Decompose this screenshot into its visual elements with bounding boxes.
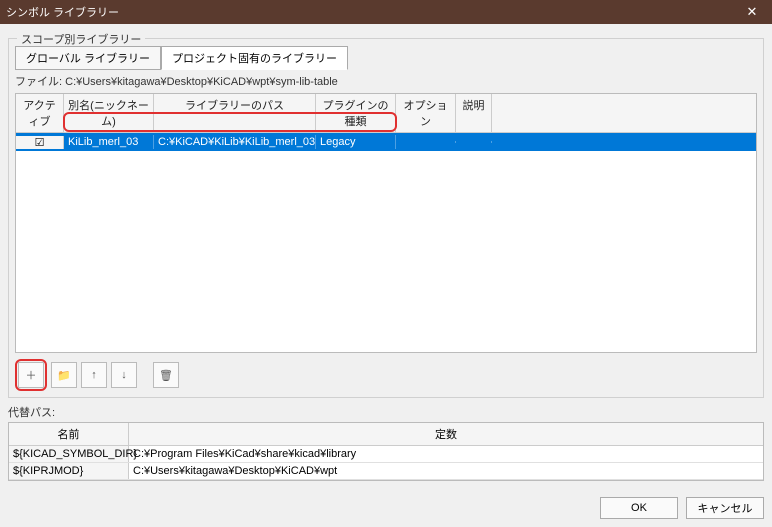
alt-cell-value: C:¥Program Files¥KiCad¥share¥kicad¥libra… (129, 446, 763, 462)
alt-path-label: 代替パス: (8, 404, 764, 420)
alt-th-name[interactable]: 名前 (9, 423, 129, 445)
arrow-down-icon: ↓ (121, 369, 127, 381)
cell-plugin[interactable]: Legacy (316, 135, 396, 149)
tabs: グローバル ライブラリー プロジェクト固有のライブラリー (15, 45, 757, 69)
alt-cell-name: ${KICAD_SYMBOL_DIR} (9, 446, 129, 462)
alt-path-table: 名前 定数 ${KICAD_SYMBOL_DIR} C:¥Program Fil… (8, 422, 764, 481)
cell-option[interactable] (396, 141, 456, 143)
scope-group-label: スコープ別ライブラリー (17, 31, 145, 47)
th-nickname[interactable]: 別名(ニックネーム) (64, 94, 154, 132)
cell-description[interactable] (456, 141, 492, 143)
move-down-button[interactable]: ↓ (111, 362, 137, 388)
table-row[interactable]: ☑ KiLib_merl_03 C:¥KiCAD¥KiLib¥KiLib_mer… (16, 133, 756, 151)
th-plugin[interactable]: プラグインの種類 (316, 94, 396, 132)
tab-global[interactable]: グローバル ライブラリー (15, 46, 161, 70)
close-icon[interactable]: ✕ (738, 4, 766, 20)
th-option[interactable]: オプション (396, 94, 456, 132)
alt-cell-value: C:¥Users¥kitagawa¥Desktop¥KiCAD¥wpt (129, 463, 763, 479)
cancel-button[interactable]: キャンセル (686, 497, 764, 519)
arrow-up-icon: ↑ (91, 369, 97, 381)
active-checkbox[interactable]: ☑ (16, 136, 64, 149)
footer: OK キャンセル (0, 489, 772, 527)
cell-path[interactable]: C:¥KiCAD¥KiLib¥KiLib_merl_03.lib (154, 135, 316, 149)
file-label: ファイル: (15, 76, 62, 88)
th-description[interactable]: 説明 (456, 94, 492, 132)
folder-icon: 📁 (57, 369, 71, 382)
alt-cell-name: ${KIPRJMOD} (9, 463, 129, 479)
table-header: アクティブ 別名(ニックネーム) ライブラリーのパス プラグインの種類 オプショ… (16, 94, 756, 133)
window-title: シンボル ライブラリー (6, 4, 119, 20)
cell-nickname[interactable]: KiLib_merl_03 (64, 135, 154, 149)
tab-project[interactable]: プロジェクト固有のライブラリー (161, 46, 348, 70)
add-button[interactable]: ＋ (18, 362, 44, 388)
scope-group: スコープ別ライブラリー グローバル ライブラリー プロジェクト固有のライブラリー… (8, 38, 764, 398)
delete-button[interactable]: 🗑 (153, 362, 179, 388)
th-path[interactable]: ライブラリーのパス (154, 94, 316, 132)
ok-button[interactable]: OK (600, 497, 678, 519)
alt-row: ${KIPRJMOD} C:¥Users¥kitagawa¥Desktop¥Ki… (9, 463, 763, 480)
library-table[interactable]: アクティブ 別名(ニックネーム) ライブラリーのパス プラグインの種類 オプショ… (15, 93, 757, 353)
alt-header: 名前 定数 (9, 423, 763, 446)
alt-th-value[interactable]: 定数 (129, 423, 763, 445)
file-path: C:¥Users¥kitagawa¥Desktop¥KiCAD¥wpt¥sym-… (65, 76, 338, 88)
add-button-annotation: ＋ (15, 359, 47, 391)
titlebar: シンボル ライブラリー ✕ (0, 0, 772, 24)
browse-button[interactable]: 📁 (51, 362, 77, 388)
file-line: ファイル: C:¥Users¥kitagawa¥Desktop¥KiCAD¥wp… (15, 73, 757, 89)
th-active[interactable]: アクティブ (16, 94, 64, 132)
dialog-content: スコープ別ライブラリー グローバル ライブラリー プロジェクト固有のライブラリー… (0, 24, 772, 489)
toolbar: ＋ 📁 ↑ ↓ 🗑 (15, 359, 757, 391)
alt-row: ${KICAD_SYMBOL_DIR} C:¥Program Files¥KiC… (9, 446, 763, 463)
move-up-button[interactable]: ↑ (81, 362, 107, 388)
trash-icon: 🗑 (159, 369, 173, 382)
plus-icon: ＋ (26, 367, 37, 383)
